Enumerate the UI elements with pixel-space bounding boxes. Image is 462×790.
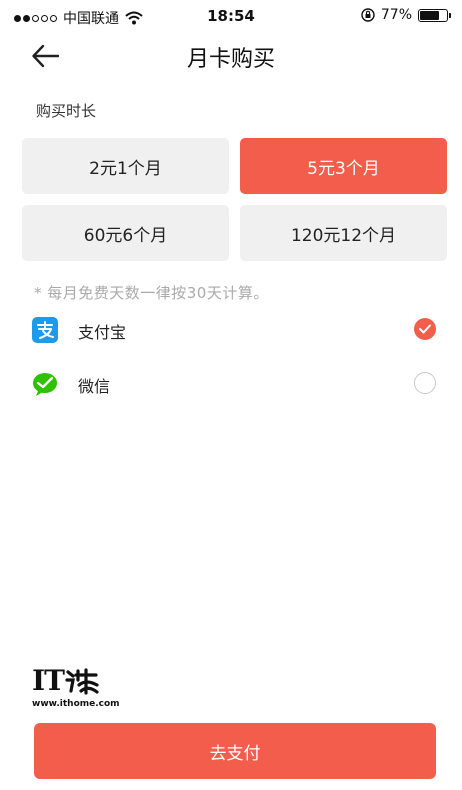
duration-label: 购买时长 (36, 102, 97, 120)
ithome-logo-text: IT (32, 664, 65, 697)
battery-icon (418, 8, 451, 22)
battery-percent: 77% (380, 7, 412, 23)
ithome-logo-glyph-icon (65, 668, 99, 695)
alipay-label: 支付宝 (78, 323, 127, 342)
pay-button[interactable]: 去支付 (34, 723, 436, 779)
wechat-radio-unchecked[interactable] (414, 372, 436, 394)
page-title: 月卡购买 (186, 47, 275, 72)
battery-fill (420, 10, 440, 20)
status-bar: 中国联通 18:54 77% (0, 0, 462, 32)
payment-option-alipay[interactable]: 支付宝 (0, 309, 462, 349)
alipay-icon (32, 317, 58, 343)
rotation-lock-icon (361, 8, 375, 22)
ithome-watermark: IT www.ithome.com (32, 665, 142, 711)
plan-option-6-months[interactable]: 60元6个月 (22, 205, 229, 261)
plan-option-1-month[interactable]: 2元1个月 (22, 138, 229, 194)
wechat-label: 微信 (78, 377, 111, 396)
header: 月卡购买 (0, 32, 462, 80)
alipay-radio-checked[interactable] (414, 318, 436, 340)
ithome-logo: IT (32, 665, 142, 695)
billing-note: * 每月免费天数一律按30天计算。 (34, 284, 269, 302)
plan-option-3-months[interactable]: 5元3个月 (240, 138, 447, 194)
check-icon (419, 324, 431, 334)
wechat-icon (33, 373, 57, 396)
ithome-url: www.ithome.com (32, 699, 120, 709)
status-right: 77% (361, 7, 451, 23)
plan-option-12-months[interactable]: 120元12个月 (240, 205, 447, 261)
payment-option-wechat[interactable]: 微信 (0, 363, 462, 403)
